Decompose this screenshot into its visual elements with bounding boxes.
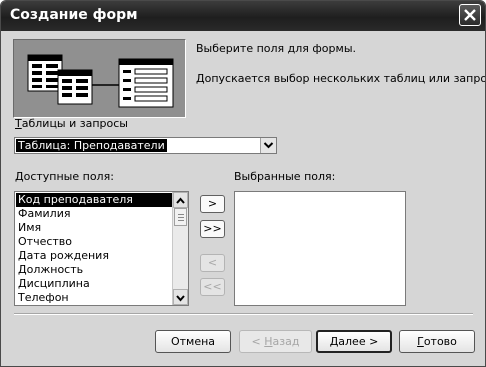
selected-fields-list[interactable] [234,191,406,306]
next-mnemonic: Д [329,335,339,348]
tables-queries-value: Таблица: Преподаватели [16,139,167,152]
dialog-body: Выберите поля для формы. Допускается выб… [1,31,485,366]
wizard-illustration [13,39,186,118]
dropdown-button[interactable] [260,138,276,153]
scroll-up-button[interactable] [173,192,188,208]
list-item[interactable]: Дата рождения [16,249,172,263]
back-label: азад [272,335,300,348]
wizard-window: Создание форм Выберите поля для формы. Д… [0,0,486,367]
list-item[interactable]: Фамилия [16,207,172,221]
remove-field-button[interactable]: < [200,254,225,272]
scroll-thumb[interactable] [174,208,187,226]
table-to-form-icon [27,54,174,108]
add-all-fields-button[interactable]: >> [200,220,225,238]
list-item[interactable]: Должность [16,263,172,277]
next-button[interactable]: Далее > [316,330,392,353]
footer-divider [14,313,473,315]
available-fields-text: оступные поля: [23,170,114,183]
intro-line-1: Выберите поля для формы. [196,42,356,55]
finish-mnemonic: Г [417,335,424,348]
finish-label: отово [423,335,457,348]
selected-fields-label: Выбранные поля: [234,170,336,183]
back-arrow: < [251,335,265,348]
list-item[interactable]: Дисциплина [16,277,172,291]
scroll-down-button[interactable] [173,289,188,305]
back-button[interactable]: < Назад [239,330,312,353]
intro-line-2: Допускается выбор нескольких таблиц или … [196,72,486,85]
add-field-button[interactable]: > [200,195,225,213]
cancel-button[interactable]: Отмена [155,330,231,353]
finish-button[interactable]: Готово [399,330,475,353]
close-icon [464,9,476,21]
list-item[interactable]: Код преподавателя [16,193,172,207]
tables-label: Таблицы и запросы [15,117,128,130]
available-fields-label: Доступные поля: [15,170,114,183]
list-item[interactable]: Отчество [16,235,172,249]
title-bar[interactable]: Создание форм [1,1,485,31]
available-fields-list[interactable]: Код преподавателя Фамилия Имя Отчество Д… [14,191,189,306]
remove-all-fields-button[interactable]: << [200,278,225,296]
back-mnemonic: Н [264,335,273,348]
tables-label-text: аблицы и запросы [21,117,128,130]
list-item[interactable]: Имя [16,221,172,235]
tables-label-mnemonic: Т [15,117,22,130]
list-item[interactable]: Телефон [16,291,172,305]
close-button[interactable] [459,4,481,26]
chevron-down-icon [176,295,185,302]
tables-queries-select[interactable]: Таблица: Преподаватели [14,137,277,154]
chevron-up-icon [176,197,185,204]
available-fields-scrollbar[interactable] [172,192,188,305]
next-label: алее > [338,335,379,348]
window-title: Создание форм [10,7,138,23]
chevron-down-icon [263,142,274,149]
available-fields-mnemonic: Д [15,170,24,183]
